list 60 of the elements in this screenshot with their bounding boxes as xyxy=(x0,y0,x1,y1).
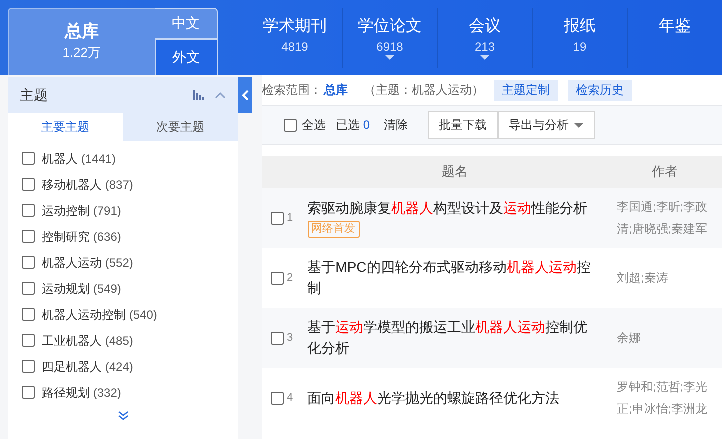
facet-option[interactable]: 机器人 (1441) xyxy=(42,150,116,168)
result-title[interactable]: 面向机器人光学抛光的螺旋路径优化方法 xyxy=(308,388,560,408)
online-first-badge: 网络首发 xyxy=(308,221,360,238)
category-tab[interactable]: 报纸 19 xyxy=(533,8,627,68)
facet-option[interactable]: 运动控制 (791) xyxy=(42,202,122,220)
row-number: 2 xyxy=(287,270,294,286)
category-tab[interactable]: 学位论文 6918 xyxy=(343,8,437,68)
facet-title: 主题 xyxy=(20,86,49,104)
facet-option[interactable]: 运动规划 (549) xyxy=(42,280,122,298)
result-title[interactable]: 基于运动学模型的搬运工业机器人运动控制优化分析 xyxy=(308,317,601,359)
checkbox[interactable] xyxy=(22,308,35,321)
facet-option[interactable]: 机器人运动 (552) xyxy=(42,254,134,272)
author-cell[interactable]: 罗钟和;范哲;李光正;申冰怡;李洲龙 xyxy=(616,376,722,420)
scope-label: 检索范围： xyxy=(262,82,322,99)
toolbar-button[interactable]: 导出与分析 xyxy=(498,111,596,139)
row-number: 1 xyxy=(287,210,294,226)
checkbox[interactable] xyxy=(22,334,35,347)
checkbox[interactable] xyxy=(271,272,284,284)
scope-button[interactable]: 主题定制 xyxy=(494,80,558,100)
language-tab[interactable]: 外文 xyxy=(154,39,218,75)
checkbox[interactable] xyxy=(22,204,35,217)
category-tab[interactable]: 学术期刊 4819 xyxy=(248,8,342,68)
facet-option[interactable]: 控制研究 (636) xyxy=(42,228,122,246)
checkbox[interactable] xyxy=(22,386,35,399)
collapse-panel-button[interactable] xyxy=(238,77,252,113)
facet-tab[interactable]: 次要主题 xyxy=(123,113,238,141)
checkbox[interactable] xyxy=(22,178,35,191)
checkbox[interactable] xyxy=(284,118,297,132)
checkbox[interactable] xyxy=(22,360,35,373)
toolbar-button[interactable]: 批量下载 xyxy=(428,111,498,139)
category-tab[interactable]: 年鉴 xyxy=(628,8,722,68)
expand-more-icon[interactable] xyxy=(118,411,128,421)
facet-option[interactable]: 四足机器人 (424) xyxy=(42,358,134,376)
query-text: （主题：机器人运动） xyxy=(364,82,484,99)
checkbox[interactable] xyxy=(271,392,284,404)
selected-count: 已选 0 xyxy=(336,117,370,134)
result-title[interactable]: 索驱动腕康复机器人构型设计及运动性能分析 xyxy=(308,198,588,219)
checkbox[interactable] xyxy=(22,152,35,165)
author-cell[interactable]: 刘超;秦涛 xyxy=(616,267,722,289)
checkbox[interactable] xyxy=(271,332,284,344)
column-header: 作者 xyxy=(651,163,679,182)
result-title[interactable]: 基于MPC的四轮分布式驱动移动机器人运动控制 xyxy=(308,257,601,299)
checkbox[interactable] xyxy=(22,256,35,269)
chevron-left-icon xyxy=(242,90,248,100)
facet-option[interactable]: 工业机器人 (485) xyxy=(42,332,134,350)
checkbox[interactable] xyxy=(271,212,284,224)
clear-button[interactable]: 清除 xyxy=(384,116,408,134)
facet-option[interactable]: 路径规划 (332) xyxy=(42,384,122,402)
category-tab[interactable]: 会议 213 xyxy=(438,8,532,68)
column-header: 题名 xyxy=(441,163,469,182)
select-all-label[interactable]: 全选 xyxy=(302,116,326,134)
row-number: 3 xyxy=(287,330,294,346)
row-number: 4 xyxy=(287,390,294,406)
scope-button[interactable]: 检索历史 xyxy=(568,80,632,100)
facet-option[interactable]: 移动机器人 (837) xyxy=(42,176,134,194)
facet-option[interactable]: 机器人运动控制 (540) xyxy=(42,306,158,324)
checkbox[interactable] xyxy=(22,230,35,243)
checkbox[interactable] xyxy=(22,282,35,295)
bar-chart-icon[interactable] xyxy=(193,90,205,100)
scope-link[interactable]: 总库 xyxy=(324,81,348,99)
